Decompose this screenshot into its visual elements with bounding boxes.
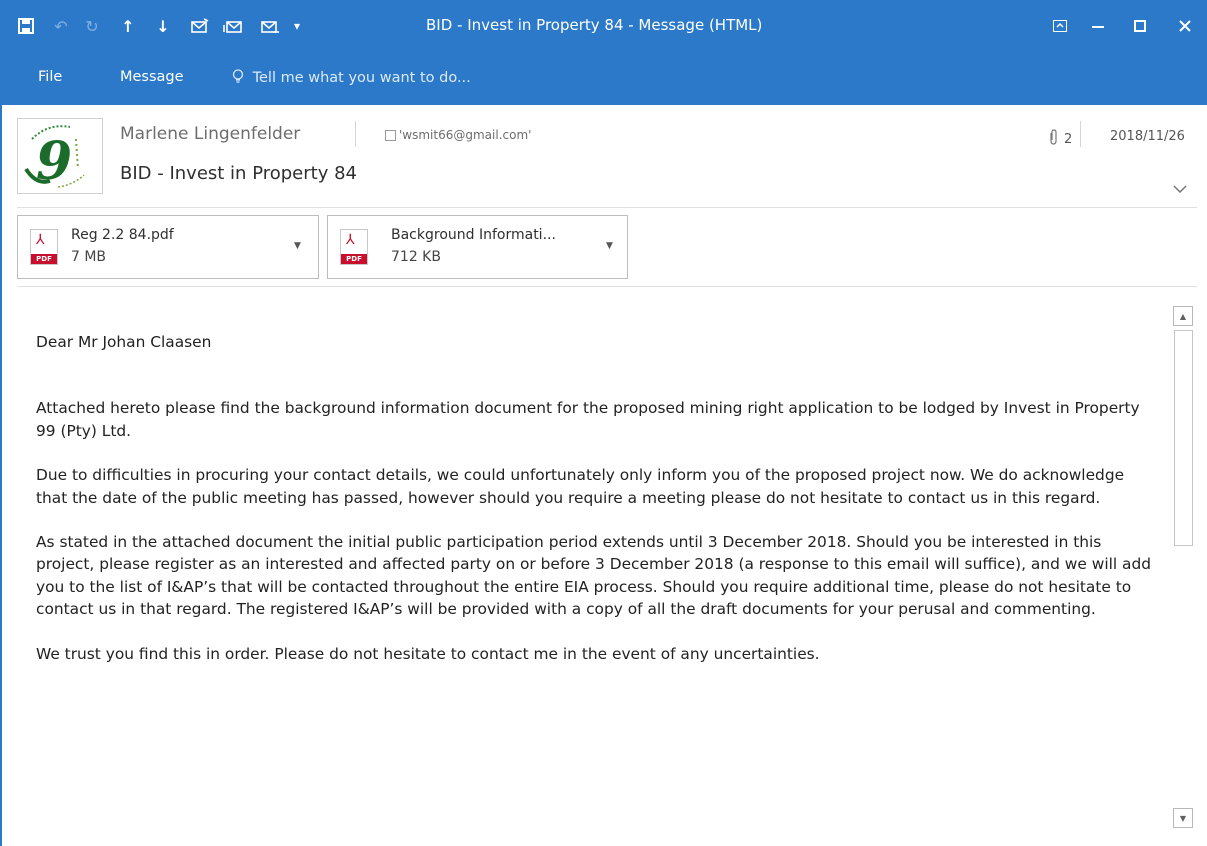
ribbon-display-options-icon[interactable] xyxy=(1040,11,1080,41)
close-icon[interactable] xyxy=(1165,11,1205,41)
recipient-address: 'wsmit66@gmail.com' xyxy=(399,128,532,142)
tab-file[interactable]: File xyxy=(38,69,62,85)
tell-me-search[interactable]: Tell me what you want to do... xyxy=(232,69,471,86)
attachment-item[interactable]: ⅄ PDF Reg 2.2 84.pdf 7 MB ▼ xyxy=(17,215,319,279)
attachment-item[interactable]: ⅄ PDF Background Informati... 712 KB ▼ xyxy=(327,215,628,279)
attachment-count-value: 2 xyxy=(1064,131,1073,147)
attachment-name: Background Informati... xyxy=(391,227,556,243)
pdf-icon: ⅄ PDF xyxy=(30,229,58,265)
attachment-size: 712 KB xyxy=(391,249,441,265)
scroll-thumb[interactable] xyxy=(1174,330,1193,546)
divider xyxy=(17,207,1197,208)
sender-avatar: 9 xyxy=(17,118,103,194)
reply-all-icon[interactable] xyxy=(220,14,248,38)
attachment-dropdown-icon[interactable]: ▼ xyxy=(606,241,613,251)
body-paragraph: We trust you find this in order. Please … xyxy=(36,644,820,663)
forward-icon[interactable] xyxy=(256,14,284,38)
header-divider xyxy=(1080,121,1081,147)
recipient[interactable]: 'wsmit66@gmail.com' xyxy=(385,128,531,142)
next-item-icon[interactable]: ↓ xyxy=(150,14,176,38)
save-icon[interactable] xyxy=(12,14,40,38)
customize-dropdown-icon[interactable]: ▾ xyxy=(288,14,306,38)
tell-me-placeholder: Tell me what you want to do... xyxy=(252,70,471,86)
vertical-scrollbar[interactable]: ▲ ▼ xyxy=(1173,306,1193,828)
header-divider xyxy=(355,121,356,147)
redo-icon[interactable]: ↻ xyxy=(79,14,105,38)
window-title: BID - Invest in Property 84 - Message (H… xyxy=(426,16,763,34)
minimize-icon[interactable] xyxy=(1078,11,1118,41)
previous-item-icon[interactable]: ↑ xyxy=(115,14,141,38)
expand-header-chevron-icon[interactable] xyxy=(1173,178,1187,197)
pdf-icon: ⅄ PDF xyxy=(340,229,368,265)
body-paragraph: Attached hereto please find the backgrou… xyxy=(36,399,1140,440)
attachment-name: Reg 2.2 84.pdf xyxy=(71,227,174,243)
body-paragraph: Dear Mr Johan Claasen xyxy=(36,333,212,351)
divider xyxy=(17,286,1197,287)
message-body: Dear Mr Johan Claasen Attached hereto pl… xyxy=(36,331,1156,687)
attachment-size: 7 MB xyxy=(71,249,107,265)
title-bar: ↶ ↻ ↑ ↓ ▾ BID - Invest in Property 84 - … xyxy=(0,0,1207,105)
attachment-dropdown-icon[interactable]: ▼ xyxy=(294,241,301,251)
scroll-up-icon[interactable]: ▲ xyxy=(1173,306,1193,326)
recipient-checkbox-icon xyxy=(385,129,396,141)
attachment-count: 2 xyxy=(1048,129,1072,149)
sent-date: 2018/11/26 xyxy=(1110,129,1185,144)
paperclip-icon xyxy=(1048,129,1064,149)
sender-name[interactable]: Marlene Lingenfelder xyxy=(120,124,300,144)
tab-message[interactable]: Message xyxy=(120,69,184,85)
message-subject: BID - Invest in Property 84 xyxy=(120,163,357,184)
reply-icon[interactable] xyxy=(186,14,214,38)
window-border xyxy=(0,105,2,846)
scroll-down-icon[interactable]: ▼ xyxy=(1173,808,1193,828)
undo-icon[interactable]: ↶ xyxy=(48,14,74,38)
body-paragraph: Due to difficulties in procuring your co… xyxy=(36,466,1125,507)
lightbulb-icon xyxy=(232,69,253,86)
body-paragraph: As stated in the attached document the i… xyxy=(36,533,1152,619)
maximize-icon[interactable] xyxy=(1120,11,1160,41)
